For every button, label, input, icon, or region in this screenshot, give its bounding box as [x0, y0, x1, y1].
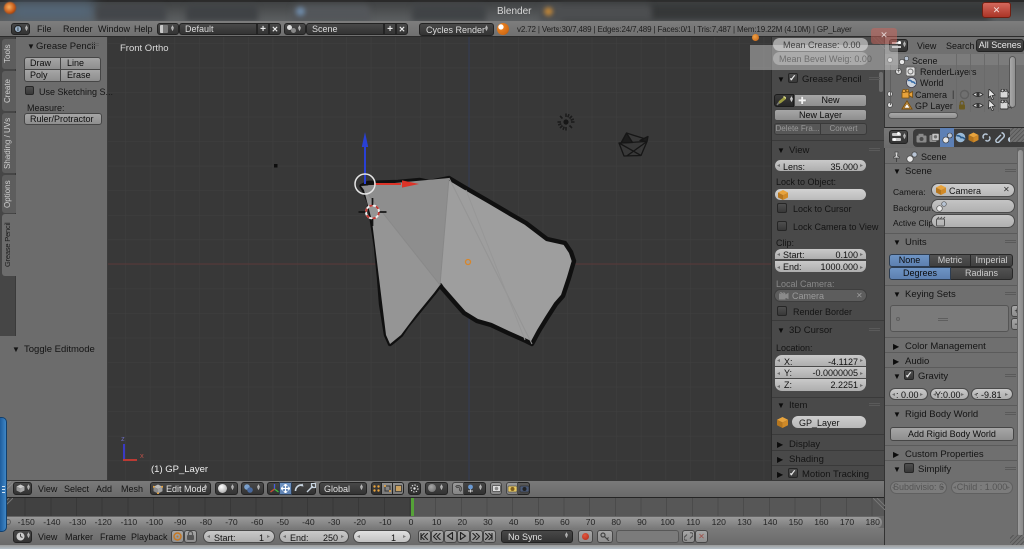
svg-text:z: z	[121, 434, 125, 443]
svg-text:x: x	[140, 451, 144, 460]
